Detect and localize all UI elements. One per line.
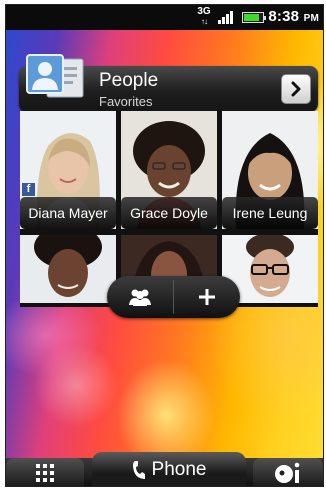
phone-label: Phone: [151, 459, 207, 480]
data-arrows-icon: ↑↓: [201, 17, 208, 26]
status-bar[interactable]: 3G ↑↓ 8:38 PM: [6, 5, 323, 30]
contact-name: Diana Mayer: [20, 197, 116, 229]
contact-card-icon: [26, 54, 84, 98]
personalize-button[interactable]: [253, 458, 323, 486]
contact-name: Grace Doyle: [121, 197, 217, 229]
clock-time: 8:38: [268, 8, 300, 25]
grid-icon: [36, 464, 54, 482]
groups-button[interactable]: [107, 276, 173, 318]
contact-tile-grace-doyle[interactable]: Grace Doyle: [121, 111, 217, 229]
widget-subtitle: Favorites: [99, 94, 153, 109]
network-3g-indicator: 3G ↑↓: [196, 7, 212, 27]
contact-tile-irene-leung[interactable]: Irene Leung: [222, 111, 318, 229]
open-people-button[interactable]: [281, 74, 311, 104]
personalize-icon: [275, 462, 300, 483]
clock: 8:38 PM: [268, 8, 319, 25]
chevron-right-icon: [291, 81, 301, 97]
facebook-badge-icon: f: [22, 183, 35, 196]
phone-button[interactable]: Phone: [92, 452, 246, 486]
home-screen: 3G ↑↓ 8:38 PM People Favorites f Diana M…: [5, 4, 324, 487]
groups-icon: [129, 289, 151, 306]
phone-icon: [132, 461, 145, 479]
network-type: 3G: [197, 6, 211, 17]
contact-tile-diana-mayer[interactable]: f Diana Mayer: [20, 111, 116, 229]
clock-suffix: PM: [303, 13, 319, 24]
all-apps-button[interactable]: [6, 458, 84, 486]
contact-tile[interactable]: [20, 235, 116, 303]
signal-bars-icon: [218, 10, 236, 24]
contact-photo: [20, 235, 116, 303]
contact-name: Irene Leung: [222, 197, 318, 229]
widget-title: People: [99, 70, 159, 91]
people-widget-toolbar: [107, 276, 240, 318]
add-contact-button[interactable]: [174, 276, 240, 318]
battery-level: [244, 14, 259, 21]
dock: Phone: [6, 452, 323, 486]
battery-icon: [242, 12, 266, 23]
plus-icon: [199, 289, 215, 305]
